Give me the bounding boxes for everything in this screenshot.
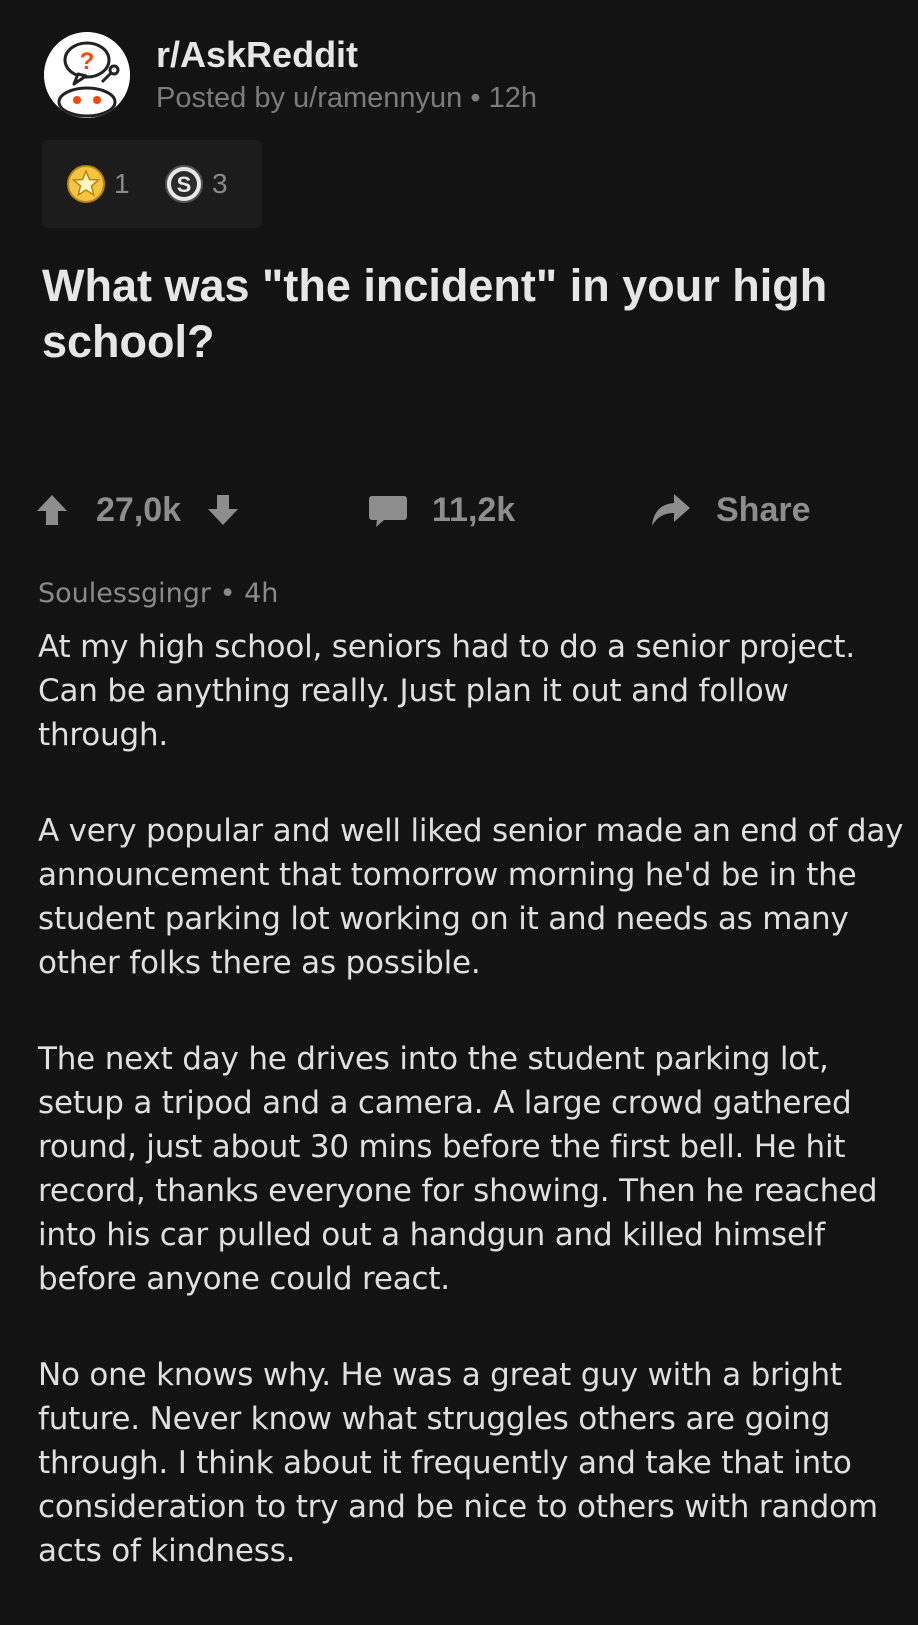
share-arrow-icon [652, 494, 690, 526]
comment-paragraph: The next day he drives into the student … [38, 1041, 878, 1297]
share-label: Share [716, 490, 811, 529]
subreddit-name[interactable]: r/AskReddit [156, 34, 358, 76]
comment-body[interactable]: At my high school, seniors had to do a s… [38, 625, 906, 1625]
post-author-time[interactable]: Posted by u/ramennyun • 12h [156, 82, 537, 115]
comment-author-time[interactable]: Soulessgingr • 4h [38, 578, 278, 609]
star-award-icon [67, 165, 105, 203]
svg-text:S: S [177, 172, 192, 197]
upvote-arrow-icon[interactable] [32, 490, 72, 530]
award-star[interactable]: 1 [66, 164, 130, 204]
askreddit-avatar-icon[interactable]: ? [44, 32, 130, 118]
post-title[interactable]: What was "the incident" in your high sch… [42, 258, 892, 370]
downvote-arrow-icon[interactable] [203, 490, 243, 530]
vote-group: 27,0k [32, 478, 243, 542]
award-count: 1 [114, 168, 130, 199]
svg-text:?: ? [80, 48, 95, 75]
award-count: 3 [212, 168, 228, 199]
silver-coin-icon: S [165, 165, 203, 203]
post-header: ? r/AskReddit Posted by u/ramennyun • 12… [44, 32, 904, 122]
awards-bar[interactable]: 1 S 3 [42, 140, 262, 228]
vote-count: 27,0k [96, 490, 182, 529]
share-button[interactable]: Share [648, 478, 811, 542]
comment-paragraph: At my high school, seniors had to do a s… [38, 629, 855, 753]
comment-paragraph: No one knows why. He was a great guy wit… [38, 1357, 878, 1569]
comment-paragraph: A very popular and well liked senior mad… [38, 813, 904, 981]
comments-button[interactable]: 11,2k [366, 478, 515, 542]
comment-count: 11,2k [432, 490, 516, 529]
award-silver[interactable]: S 3 [164, 164, 228, 204]
post-action-bar: 27,0k 11,2k Share [32, 478, 892, 542]
comment-bubble-icon [369, 496, 407, 527]
